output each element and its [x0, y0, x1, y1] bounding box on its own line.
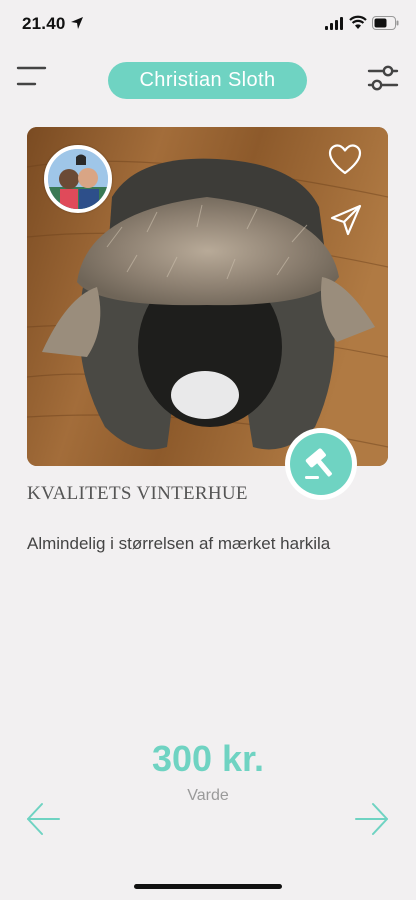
seller-avatar-photo	[48, 149, 108, 209]
menu-icon[interactable]	[15, 64, 47, 88]
home-indicator[interactable]	[134, 884, 282, 889]
bid-button-circle	[290, 433, 352, 495]
heart-icon[interactable]	[327, 142, 363, 178]
seller-avatar[interactable]	[44, 145, 112, 213]
listing-description: Almindelig i størrelsen af mærket harkil…	[27, 534, 331, 553]
gavel-icon	[305, 448, 332, 479]
listing-price: 300 kr.	[151, 738, 265, 779]
bid-button[interactable]	[285, 428, 357, 500]
battery-icon	[372, 16, 399, 30]
send-icon[interactable]	[328, 202, 364, 238]
status-time: 21.40	[22, 14, 66, 33]
wifi-icon	[349, 15, 367, 29]
arrow-left-icon[interactable]	[25, 801, 61, 837]
listing-title: KVALITETS VINTERHUE	[27, 483, 248, 504]
location-arrow-icon	[71, 17, 83, 29]
status-bar: 21.40	[0, 0, 416, 50]
arrow-right-icon[interactable]	[354, 801, 390, 837]
user-name-button[interactable]: Christian Sloth	[108, 62, 307, 99]
sliders-icon[interactable]	[366, 64, 400, 92]
cellular-signal-icon	[325, 17, 343, 30]
